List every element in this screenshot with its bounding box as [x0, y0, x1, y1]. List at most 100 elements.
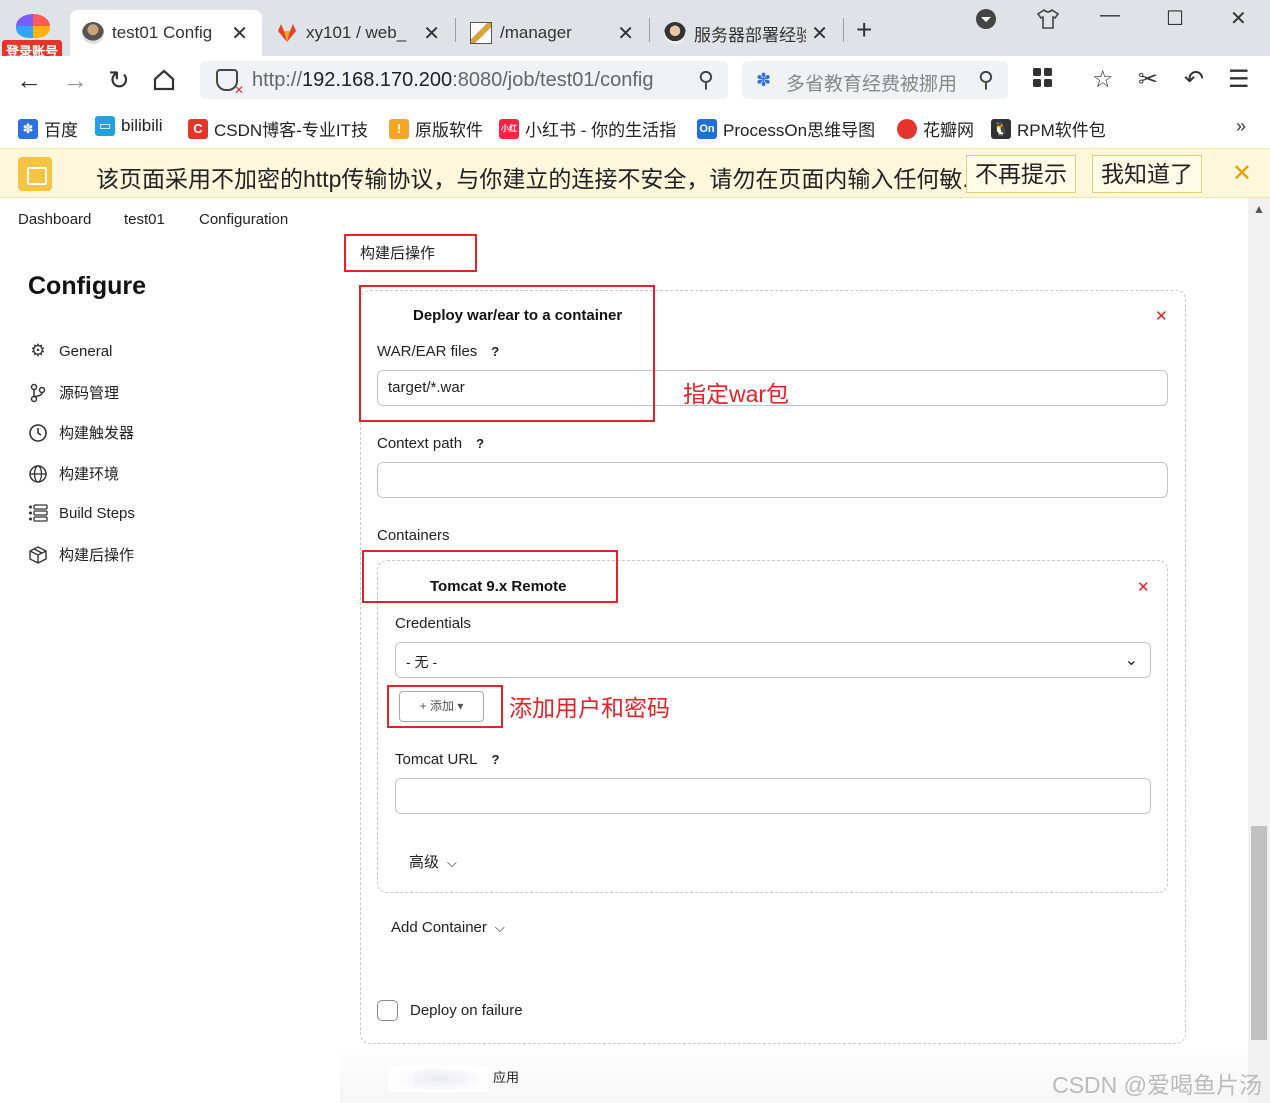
- baidu-paw-icon: ✽: [756, 70, 772, 90]
- maximize-icon[interactable]: ☐: [1166, 6, 1184, 31]
- sidebar-item-scm[interactable]: 源码管理: [28, 382, 119, 403]
- bookmark-baidu[interactable]: ✽ 百度: [18, 116, 78, 141]
- breadcrumb-dashboard[interactable]: Dashboard: [18, 211, 91, 228]
- deploy-on-failure-checkbox[interactable]: [377, 1000, 398, 1021]
- close-icon[interactable]: ✕: [1232, 159, 1252, 188]
- close-icon[interactable]: ✕: [617, 21, 634, 46]
- url-text[interactable]: http://192.168.170.200:8080/job/test01/c…: [252, 69, 684, 92]
- tab-test01-config[interactable]: test01 Config ✕: [70, 10, 262, 56]
- insecure-shield-icon[interactable]: [216, 69, 244, 97]
- dont-remind-button[interactable]: 不再提示: [966, 155, 1076, 193]
- sidebar-item-label: 构建后操作: [59, 547, 135, 564]
- browser-toolbar: ← → ↻ http://192.168.170.200:8080/job/te…: [0, 56, 1270, 106]
- annotation-box-section: [344, 234, 477, 272]
- tomcat-url-input[interactable]: [395, 778, 1151, 814]
- warning-text: 该页面采用不加密的http传输协议，与你建立的连接不安全，请勿在页面内输入任何敏…: [96, 166, 982, 192]
- linux-icon: 🐧: [991, 118, 1011, 139]
- chevron-down-icon: ⌵: [494, 920, 505, 935]
- close-icon[interactable]: ✕: [423, 21, 440, 46]
- sidebar-item-post-build[interactable]: 构建后操作: [28, 544, 134, 565]
- favorites-star-icon[interactable]: ☆: [1092, 67, 1114, 93]
- search-placeholder[interactable]: 多省教育经费被挪用: [786, 69, 957, 96]
- forward-arrow-icon[interactable]: →: [62, 66, 88, 94]
- bookmarks-more-icon[interactable]: »: [1236, 116, 1246, 137]
- sidebar-item-label: General: [59, 342, 113, 360]
- acknowledge-button[interactable]: 我知道了: [1092, 155, 1202, 193]
- apply-button[interactable]: 应用: [493, 1067, 519, 1086]
- browser-menu-icon[interactable]: [975, 8, 997, 36]
- delete-container-close-icon[interactable]: ✕: [1137, 578, 1150, 596]
- sidebar-item-general[interactable]: ⚙ General: [28, 341, 112, 361]
- add-container-button[interactable]: Add Container ⌵: [391, 919, 505, 936]
- bookmark-processon[interactable]: On ProcessOn思维导图: [697, 116, 879, 141]
- bookmark-bilibili[interactable]: ▭ bilibili: [95, 116, 163, 136]
- new-tab-button[interactable]: +: [856, 16, 872, 44]
- package-icon: [28, 545, 48, 565]
- close-icon[interactable]: ✕: [811, 21, 828, 46]
- containers-label: Containers: [377, 527, 450, 544]
- menu-icon[interactable]: ☰: [1228, 67, 1250, 93]
- apps-grid-icon[interactable]: [1032, 67, 1054, 95]
- page-scrollbar[interactable]: ▲: [1248, 198, 1270, 1103]
- bookmark-huaban[interactable]: 花瓣网: [897, 116, 974, 141]
- warning-icon: [18, 157, 52, 191]
- sidebar-item-label: 构建环境: [59, 466, 120, 483]
- tab-label: test01 Config: [112, 23, 213, 42]
- back-arrow-icon[interactable]: ←: [16, 66, 42, 94]
- tab-label: xy101 / web_: [306, 23, 407, 42]
- huaban-icon: [897, 118, 917, 139]
- bookmark-xiaohongshu[interactable]: 小红 小红书 - 你的生活指: [499, 116, 677, 141]
- help-icon[interactable]: ?: [492, 752, 500, 767]
- bookmark-label: 花瓣网: [923, 121, 974, 140]
- reload-icon[interactable]: ↻: [108, 66, 130, 94]
- scissors-icon[interactable]: ✂: [1138, 67, 1158, 93]
- scrollbar-thumb[interactable]: [1251, 826, 1267, 1040]
- tab-xy101-web[interactable]: xy101 / web_ ✕: [264, 10, 454, 56]
- tab-separator: [649, 18, 650, 42]
- bookmark-rpm[interactable]: 🐧 RPM软件包: [991, 116, 1106, 141]
- annotation-war-note: 指定war包: [683, 381, 790, 407]
- sidebar-item-build-steps[interactable]: Build Steps: [28, 503, 135, 523]
- bookmark-label: bilibili: [121, 116, 163, 135]
- bookmarks-bar: ✽ 百度 ▭ bilibili C CSDN博客-专业IT技 ! 原版软件 小红 小红书 …: [0, 106, 1270, 148]
- xiaohongshu-icon: 小红: [499, 118, 519, 139]
- skin-shirt-icon[interactable]: [1036, 8, 1060, 36]
- annotation-box-war: [359, 285, 655, 422]
- save-button[interactable]: 保存: [388, 1066, 488, 1092]
- annotation-box-add: [387, 685, 503, 728]
- search-box[interactable]: ✽ 多省教育经费被挪用 ⚲: [742, 61, 1008, 99]
- breadcrumb-test01[interactable]: test01: [124, 211, 165, 228]
- tab-server-deploy[interactable]: 服务器部署经验 ✕: [652, 10, 842, 56]
- minimize-icon[interactable]: —: [1100, 4, 1120, 27]
- bookmark-label: 小红书 - 你的生活指: [525, 121, 677, 140]
- close-window-icon[interactable]: ✕: [1230, 6, 1247, 31]
- annotation-box-container: [362, 550, 618, 603]
- help-icon[interactable]: ?: [476, 436, 484, 451]
- context-path-input[interactable]: [377, 462, 1168, 498]
- bookmark-label: ProcessOn思维导图: [723, 121, 876, 140]
- sidebar-item-environment[interactable]: 构建环境: [28, 463, 119, 484]
- sidebar-item-triggers[interactable]: 构建触发器: [28, 422, 134, 443]
- address-bar[interactable]: http://192.168.170.200:8080/job/test01/c…: [200, 61, 728, 99]
- undo-icon[interactable]: ↶: [1184, 67, 1204, 93]
- search-icon[interactable]: ⚲: [978, 67, 994, 93]
- home-icon[interactable]: [152, 68, 176, 97]
- tomcat-icon: [470, 22, 492, 44]
- tab-manager[interactable]: /manager ✕: [458, 10, 648, 56]
- breadcrumb-configuration[interactable]: Configuration: [199, 211, 288, 228]
- bookmark-label: RPM软件包: [1017, 121, 1106, 140]
- browser-logo-icon[interactable]: [16, 14, 50, 38]
- delete-step-close-icon[interactable]: ✕: [1155, 307, 1168, 325]
- close-icon[interactable]: ✕: [231, 21, 248, 46]
- scroll-up-icon[interactable]: ▲: [1253, 202, 1265, 216]
- sidebar-item-label: 构建触发器: [59, 425, 135, 442]
- search-icon[interactable]: ⚲: [698, 67, 714, 93]
- credentials-selected: - 无 -: [406, 654, 438, 670]
- browser-tab-bar: 登录账号 test01 Config ✕ xy101 / web_ ✕ /man…: [0, 0, 1270, 61]
- sidebar-item-label: Build Steps: [59, 504, 135, 522]
- bookmark-csdn[interactable]: C CSDN博客-专业IT技: [188, 116, 370, 141]
- bookmark-software[interactable]: ! 原版软件: [389, 116, 483, 141]
- credentials-select[interactable]: - 无 - ⌄: [395, 642, 1151, 678]
- csdn-icon: C: [188, 118, 208, 139]
- advanced-toggle[interactable]: 高级 ⌵: [409, 851, 457, 872]
